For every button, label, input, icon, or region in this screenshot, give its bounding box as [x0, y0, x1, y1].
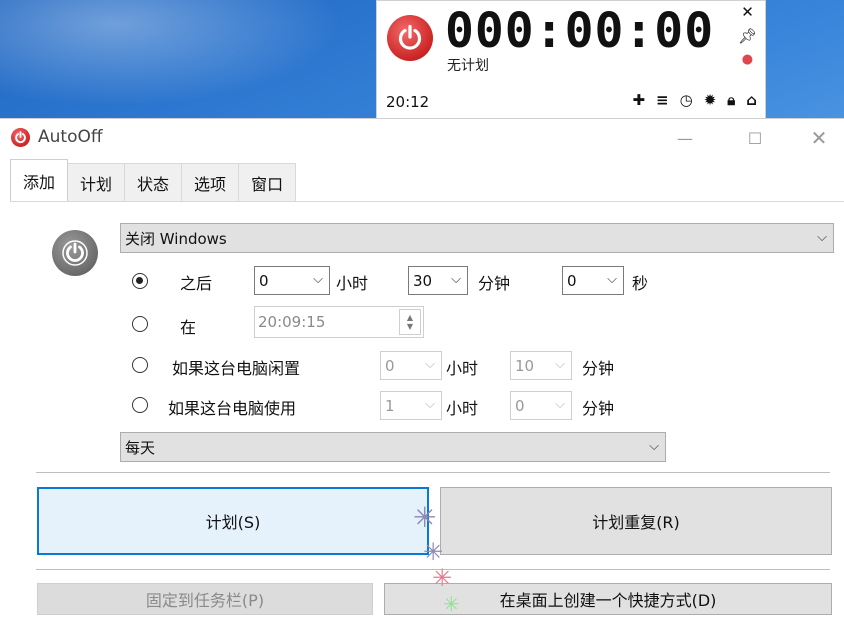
- maximize-icon[interactable]: ☐: [732, 125, 778, 151]
- drop-icon[interactable]: ●: [742, 51, 753, 69]
- at-time-value: 20:09:15: [258, 313, 326, 331]
- after-seconds-unit: 秒: [632, 274, 649, 293]
- window-title: AutoOff: [38, 127, 103, 147]
- sparkle-icon: ✳: [423, 538, 444, 566]
- idle-minutes-select[interactable]: 10 ⌵: [510, 351, 572, 380]
- chevron-down-icon: ⌵: [425, 397, 435, 412]
- after-label: 之后: [180, 274, 213, 293]
- plan-status: 无计划: [447, 58, 489, 74]
- after-hours-unit: 小时: [336, 274, 369, 293]
- sparkle-icon: ✳: [443, 592, 460, 616]
- power-icon[interactable]: [387, 15, 433, 61]
- radio-at[interactable]: [132, 316, 148, 332]
- radio-after[interactable]: [132, 273, 148, 289]
- at-time-picker[interactable]: 20:09:15 ▲ ▼: [254, 306, 424, 338]
- title-bar: AutoOff — ☐ ✕: [0, 119, 844, 155]
- repeat-value: 每天: [125, 438, 156, 457]
- busy-minutes-value: 0: [515, 396, 525, 415]
- countdown-display: 000:00:00: [445, 3, 715, 59]
- lock-icon[interactable]: 🔒︎: [727, 91, 735, 109]
- close-icon[interactable]: ✕: [741, 3, 754, 21]
- after-minutes-unit: 分钟: [478, 274, 511, 293]
- after-seconds-select[interactable]: 0 ⌵: [562, 266, 624, 295]
- idle-hours-unit: 小时: [446, 359, 479, 378]
- plus-icon[interactable]: ✚: [632, 91, 645, 109]
- home-icon[interactable]: ⌂: [746, 91, 757, 109]
- busy-label: 如果这台电脑使用: [168, 399, 297, 418]
- busy-hours-value: 1: [385, 396, 395, 415]
- idle-hours-value: 0: [385, 356, 395, 375]
- tab-options[interactable]: 选项: [181, 163, 240, 201]
- shutdown-icon: [52, 230, 98, 276]
- close-window-icon[interactable]: ✕: [796, 125, 842, 151]
- after-seconds-value: 0: [567, 271, 577, 290]
- action-value: 关闭 Windows: [125, 229, 227, 248]
- spin-arrows-icon[interactable]: ▲ ▼: [399, 309, 421, 335]
- idle-label: 如果这台电脑闲置: [172, 359, 301, 378]
- after-hours-value: 0: [259, 271, 269, 290]
- pin-taskbar-button[interactable]: 固定到任务栏(P): [37, 583, 373, 615]
- schedule-repeat-button[interactable]: 计划重复(R): [440, 487, 832, 555]
- sparkle-icon: ✳: [432, 564, 453, 592]
- chevron-down-icon: ⌵: [313, 272, 323, 287]
- gear-icon[interactable]: ✹: [704, 91, 717, 109]
- sparkle-icon: ✳: [413, 501, 437, 534]
- tab-status[interactable]: 状态: [124, 163, 183, 201]
- current-time: 20:12: [386, 93, 430, 111]
- at-label: 在: [180, 318, 197, 337]
- tab-schedule[interactable]: 计划: [67, 163, 126, 201]
- tab-add[interactable]: 添加: [10, 159, 69, 201]
- divider: [36, 472, 830, 473]
- menu-icon[interactable]: ≡: [656, 91, 669, 109]
- after-hours-select[interactable]: 0 ⌵: [254, 266, 330, 295]
- action-select[interactable]: 关闭 Windows ⌵: [120, 223, 834, 253]
- repeat-select[interactable]: 每天 ⌵: [120, 432, 666, 462]
- busy-hours-unit: 小时: [446, 399, 479, 418]
- chevron-down-icon: ⌵: [607, 272, 617, 287]
- busy-minutes-select[interactable]: 0 ⌵: [510, 391, 572, 420]
- desktop-background: [0, 0, 380, 120]
- minimize-icon[interactable]: —: [662, 125, 708, 151]
- clock-icon[interactable]: ◷: [680, 91, 693, 109]
- chevron-down-icon: ⌵: [451, 272, 461, 287]
- app-icon: [11, 128, 30, 147]
- idle-minutes-unit: 分钟: [582, 359, 615, 378]
- tab-window[interactable]: 窗口: [238, 163, 297, 201]
- chevron-down-icon: ⌵: [425, 357, 435, 372]
- busy-minutes-unit: 分钟: [582, 399, 615, 418]
- radio-idle[interactable]: [132, 357, 148, 373]
- chevron-down-icon: ⌵: [817, 230, 827, 245]
- after-minutes-value: 30: [413, 271, 433, 290]
- tab-bar: 添加 计划 状态 选项 窗口: [10, 159, 297, 201]
- chevron-down-icon: ⌵: [555, 397, 565, 412]
- pin-icon[interactable]: 📌︎: [738, 27, 757, 45]
- after-minutes-select[interactable]: 30 ⌵: [408, 266, 468, 295]
- chevron-down-icon: ⌵: [649, 439, 659, 454]
- schedule-button[interactable]: 计划(S): [37, 487, 429, 555]
- idle-hours-select[interactable]: 0 ⌵: [380, 351, 442, 380]
- timer-widget: 000:00:00 无计划 20:12 ✕ 📌︎ ● ✚ ≡ ◷ ✹ 🔒︎ ⌂: [376, 0, 766, 120]
- busy-hours-select[interactable]: 1 ⌵: [380, 391, 442, 420]
- chevron-down-icon: ⌵: [555, 357, 565, 372]
- radio-busy[interactable]: [132, 397, 148, 413]
- idle-minutes-value: 10: [515, 356, 535, 375]
